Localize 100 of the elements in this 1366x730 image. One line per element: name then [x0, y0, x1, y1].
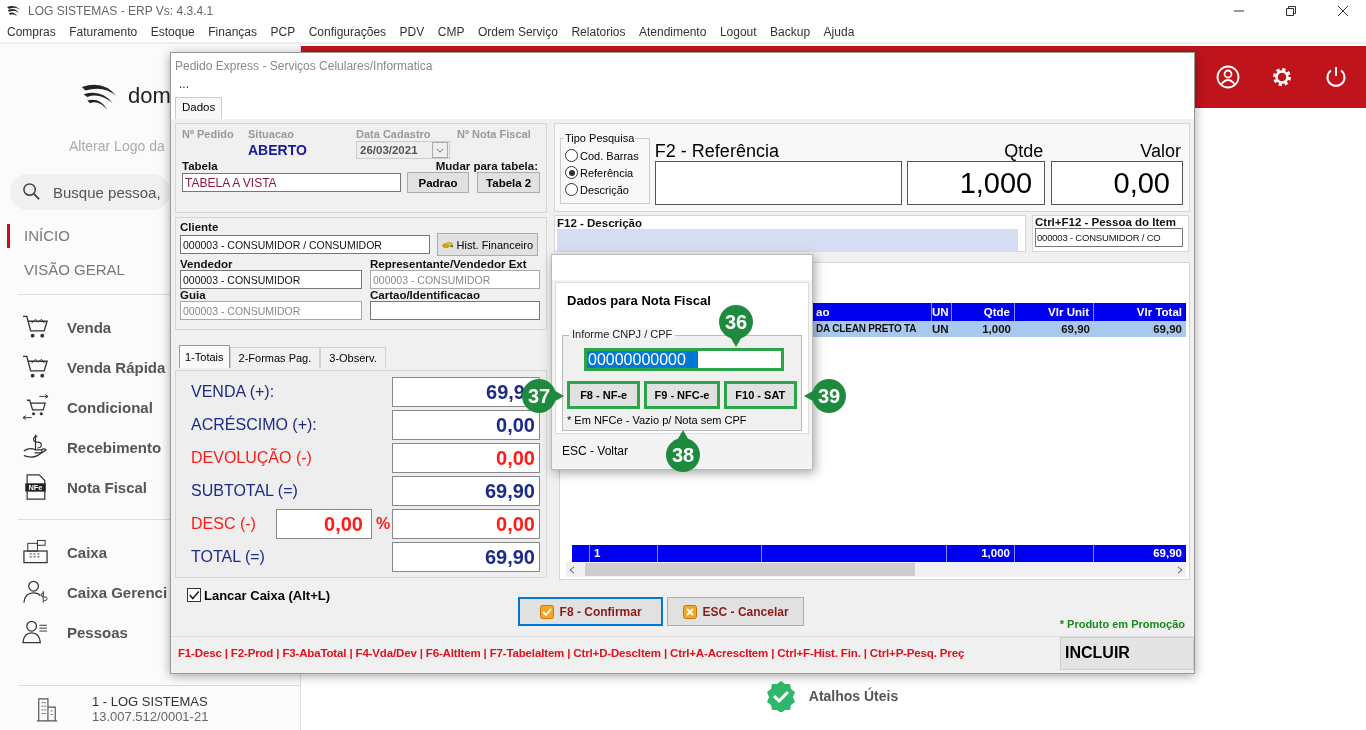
radio-button[interactable] [565, 149, 578, 162]
user-icon[interactable] [1216, 65, 1240, 89]
check-icon [539, 604, 554, 619]
cancel-button[interactable]: ESC - Cancelar [667, 597, 805, 626]
promo-note: * Produto em Promoção [1059, 618, 1185, 630]
menu-item[interactable]: Estoque [150, 25, 195, 39]
menu-item[interactable]: Backup [770, 25, 811, 39]
reference-field[interactable] [654, 161, 903, 205]
search-field[interactable]: Busque pessoa, [10, 174, 170, 210]
menu-item[interactable]: Faturamento [69, 25, 138, 39]
menu-item[interactable]: PCP [270, 25, 296, 39]
discount-percent-field[interactable]: 0,00 [276, 509, 372, 539]
total-label: DESC (-) [191, 515, 257, 533]
tab[interactable]: 2-Formas Pag. [229, 347, 321, 368]
total-quantity: 1,000 [981, 547, 1010, 559]
settings-icon[interactable] [1270, 65, 1294, 89]
column-header[interactable]: UN [932, 306, 949, 318]
cnpj-field[interactable]: 00000000000 [584, 348, 784, 371]
history-button[interactable]: Hist. Financeiro [437, 233, 538, 256]
nav-item[interactable]: Caixa Gerenci [67, 583, 168, 601]
total-label: TOTAL (=) [191, 548, 266, 566]
column-header[interactable]: ao [816, 306, 830, 318]
horizontal-scrollbar[interactable] [566, 562, 1186, 577]
field-label: Cliente [180, 221, 219, 233]
checkbox-label[interactable]: Lancar Caixa (Alt+L) [204, 587, 331, 603]
nav-item[interactable]: Condicional [67, 398, 153, 416]
total-value: 69,90 [392, 476, 540, 506]
person-field[interactable] [370, 301, 540, 320]
hand-money-icon [22, 434, 49, 460]
popup-title: Dados para Nota Fiscal [566, 293, 712, 308]
field-label: Mudar para tabela: [435, 160, 539, 172]
total-label: VENDA (+): [191, 383, 276, 401]
confirm-button[interactable]: F8 - Confirmar [518, 597, 664, 626]
person-field[interactable]: 000003 - CONSUMIDOR [180, 270, 362, 289]
item-person-field[interactable]: 000003 - CONSUMIDOR / CO [1035, 228, 1183, 247]
price-table-button[interactable]: Tabela 2 [477, 172, 540, 193]
cross-icon [682, 604, 697, 619]
radio-label[interactable]: Cod. Barras [580, 149, 639, 162]
invoice-type-button[interactable]: F9 - NFC-e [644, 381, 720, 409]
radio-button[interactable] [565, 183, 578, 196]
column-header[interactable]: Qtde [983, 306, 1010, 318]
cash-register-icon [22, 539, 49, 565]
menu-item[interactable]: Ordem Serviço [477, 25, 558, 39]
price-table-field[interactable]: TABELA A VISTA [182, 173, 401, 192]
field-label: Nº Nota Fiscal [457, 128, 531, 140]
description-field[interactable] [557, 229, 1018, 252]
nav-item[interactable]: Recebimento [67, 438, 162, 456]
menu-item[interactable]: Finanças [208, 25, 257, 39]
nav-item[interactable]: Caixa [67, 543, 108, 561]
shortcuts-link[interactable]: Atalhos Úteis [808, 688, 899, 704]
total-value: 69,90 [392, 542, 540, 572]
menu-item[interactable]: PDV [399, 25, 425, 39]
company-name: 1 - LOG SISTEMAS [92, 694, 209, 709]
field-label: Ctrl+F12 - Pessoa do Item [1035, 216, 1176, 228]
quantity-field[interactable]: 1,000 [907, 161, 1046, 205]
menu-item[interactable]: Compras [7, 25, 56, 39]
menu-item[interactable]: Logout [719, 25, 757, 39]
grand-total: 69,90 [1153, 547, 1182, 559]
close-icon[interactable] [1338, 6, 1348, 16]
menu-item[interactable]: CMP [437, 25, 465, 39]
value-field[interactable]: 0,00 [1051, 161, 1183, 205]
tab[interactable]: 1-Totais [179, 345, 230, 368]
column-header[interactable]: Vlr Unit [1048, 306, 1089, 318]
nav-item[interactable]: Pessoas [67, 623, 128, 641]
tab[interactable]: 3-Observ. [320, 347, 386, 368]
company-cnpj: 13.007.512/0001-21 [92, 709, 209, 724]
nav-item[interactable]: Venda Rápida [67, 358, 166, 376]
total-value: 0,00 [392, 410, 540, 440]
menu-hint[interactable]: ... [179, 77, 189, 91]
nav-link[interactable]: VISÃO GERAL [7, 258, 125, 282]
nav-link[interactable]: INÍCIO [7, 224, 70, 248]
column-header[interactable]: Vlr Total [1136, 306, 1182, 318]
restore-icon[interactable] [1286, 6, 1296, 16]
group-title: Informe CNPJ / CPF [569, 328, 676, 340]
radio-label[interactable]: Referência [580, 166, 634, 179]
menu-item[interactable]: Relatorios [571, 25, 626, 39]
menu-item[interactable]: Atendimento [639, 25, 707, 39]
field-label: Cartao/Identificacao [370, 289, 481, 301]
date-field[interactable]: 26/03/2021 [356, 141, 450, 159]
power-icon[interactable] [1324, 65, 1348, 89]
radio-button[interactable] [565, 166, 578, 179]
scroll-left-icon[interactable] [569, 565, 575, 574]
invoice-type-button[interactable]: F10 - SAT [723, 381, 797, 409]
field-label: Nº Pedido [182, 128, 235, 140]
scroll-right-icon[interactable] [1177, 565, 1183, 574]
invoice-type-button[interactable]: F8 - NF-e [567, 381, 641, 409]
radio-label[interactable]: Descrição [580, 183, 629, 196]
field-label: Tabela [182, 160, 218, 172]
field-label: F2 - Referência [654, 141, 780, 161]
menu-item[interactable]: Configurações [308, 25, 387, 39]
nav-item[interactable]: Nota Fiscal [67, 478, 148, 496]
tab[interactable]: Dados [175, 97, 223, 119]
client-field[interactable]: 000003 - CONSUMIDOR / CONSUMIDOR [180, 235, 430, 254]
window-title: Pedido Express - Serviços Celulares/Informatica [171, 53, 1194, 77]
menu-item[interactable]: Ajuda [823, 25, 855, 39]
price-table-button[interactable]: Padrao [406, 172, 470, 193]
group-title: Tipo Pesquisa [564, 132, 636, 144]
checkbox[interactable] [187, 588, 201, 602]
nav-item[interactable]: Venda [67, 318, 112, 336]
table-cell: 69,90 [1153, 323, 1182, 335]
